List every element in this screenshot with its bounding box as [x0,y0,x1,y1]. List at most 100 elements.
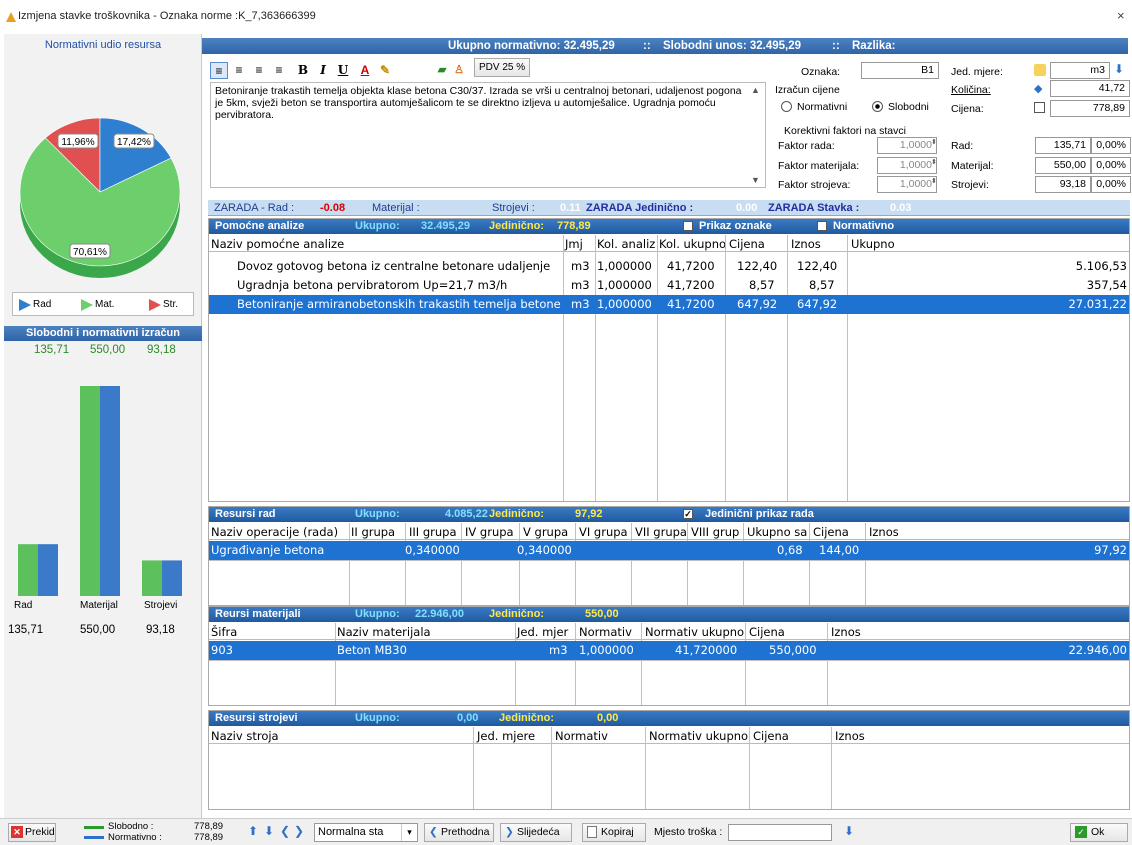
slobodni-radio[interactable] [872,101,883,112]
kopiraj-button[interactable]: Kopiraj [582,823,646,842]
arrow-down-icon[interactable]: ⬇ [1114,62,1124,76]
rad-input[interactable]: 135,71 [1035,137,1091,154]
col-jed-mjere: Jed. mjere [477,729,536,743]
normativni-label: Normativni [797,101,848,113]
scroll-up-icon[interactable]: ▲ [751,85,760,95]
ok-label: Ok [1091,826,1105,838]
resursi-rad-row[interactable]: Ugrađivanje betona 0,340000 0,340000 0,6… [209,541,1129,560]
spinner-icon[interactable]: ⬍ [931,177,937,185]
prekid-button[interactable]: ✕ Prekid [8,823,56,842]
align-center-icon[interactable]: ≡ [230,62,248,79]
mode-value: Normalna sta [318,826,384,838]
jed-mjere-input[interactable]: m3 [1050,62,1110,79]
zarada-rad-label: ZARADA - Rad : [214,202,295,214]
cijena-input[interactable]: 778,89 [1050,100,1130,117]
font-color-icon[interactable]: A [356,62,374,79]
oznaka-input[interactable]: B1 [861,62,939,79]
bold-icon[interactable]: B [294,62,312,79]
normativno-checkbox[interactable] [817,221,827,231]
table-row[interactable]: Ugradnja betona pervibratorom Up=21,7 m3… [209,276,1129,295]
row-cijena: 8,57 [749,278,775,292]
normativno-label: Normativno [833,220,895,232]
ok-button[interactable]: ✓ Ok [1070,823,1128,842]
row-ukupno: 27.031,22 [1068,297,1127,311]
image-icon[interactable]: ▰ [434,62,450,79]
pomocne-column-headers: Naziv pomoćne analize Jmj Kol. analiz Ko… [209,235,1129,252]
row-jmj: m3 [571,259,590,273]
str-input[interactable]: 93,18 [1035,176,1091,193]
table-row[interactable]: Dovoz gotovog betona iz centralne betona… [209,257,1129,276]
cijena-checkbox[interactable] [1034,102,1045,113]
jed-mjere-label: Jed. mjere: [951,66,1003,78]
faktor-rada-label: Faktor rada: [778,140,835,152]
description-text[interactable]: Betoniranje trakastih temelja objekta kl… [215,85,743,121]
rad-pct-input[interactable]: 0,00% [1091,137,1131,154]
col-iznos: Iznos [869,525,899,539]
resursi-str-section: Resursi strojevi Ukupno: 0,00 Jedinično:… [208,710,1130,810]
italic-icon[interactable]: I [314,62,332,79]
spinner-icon[interactable]: ⬍ [931,158,937,166]
justify-icon[interactable]: ≡ [270,62,288,79]
pdv-button[interactable]: PDV 25 % [474,58,530,77]
unit-picker-icon[interactable] [1034,64,1046,76]
row-kol-analiz: 1,000000 [597,278,652,292]
row-naziv: Ugradnja betona pervibratorom Up=21,7 m3… [237,278,508,292]
pomocne-ukupno-value: 32.495,29 [421,220,470,232]
kolicina-label: Količina: [951,84,991,96]
table-row-selected[interactable]: Betoniranje armiranobetonskih trakastih … [209,295,1129,314]
warning-icon [6,12,16,22]
arrow-right-icon[interactable]: ❯ [294,824,304,838]
korektivni-label: Korektivni faktori na stavci [784,125,906,137]
description-box[interactable]: Betoniranje trakastih temelja objekta kl… [210,82,766,188]
resursi-mat-section: Reursi materijali Ukupno: 22.946,00 Jedi… [208,606,1130,706]
align-right-icon[interactable]: ≡ [250,62,268,79]
prethodna-button[interactable]: ❮ Prethodna [424,823,494,842]
align-left-icon[interactable]: ≡ [210,62,228,79]
resursi-str-jed-label: Jedinično: [499,712,555,724]
col-iv-grupa: IV grupa [465,525,514,539]
bar-value-rad: 135,71 [8,624,44,636]
left-panel: Normativni udio resursa 11,96% 17,42% 70,6… [4,34,202,818]
pie-title: Normativni udio resursa [44,39,162,51]
mat-input[interactable]: 550,00 [1035,157,1091,174]
kolicina-input[interactable]: 41,72 [1050,80,1130,97]
spinner-icon[interactable]: ⬍ [931,138,937,146]
highlight-icon[interactable]: ✎ [376,62,394,79]
faktor-str-input[interactable]: 1,0000 [877,176,937,193]
zarada-str-value: 0.11 [560,202,581,214]
resursi-mat-row[interactable]: 903 Beton MB30 m3 1,000000 41,720000 550… [209,641,1129,660]
mode-select[interactable]: Normalna sta ▾ [314,823,418,842]
resursi-rad-header: Resursi rad Ukupno: 4.085,22 Jedinično: … [209,507,1129,522]
close-button[interactable]: × [1117,8,1125,23]
prikaz-oznake-checkbox[interactable] [683,221,693,231]
row-iii-grupa: 0,340000 [405,543,460,557]
chevron-down-icon[interactable]: ▾ [401,824,417,841]
row-kol-ukupno: 41,7200 [667,297,715,311]
arrow-down-icon[interactable]: ⬇ [844,824,854,838]
calculator-icon[interactable]: ◆ [1034,82,1042,95]
mjesto-input[interactable] [728,824,832,841]
resursi-str-ukupno-label: Ukupno: [355,712,400,724]
scroll-down-icon[interactable]: ▼ [751,175,760,185]
zarada-rad-value: -0.08 [320,202,346,214]
window-title: Izmjena stavke troškovnika - Oznaka norm… [18,10,316,22]
str-pct-input[interactable]: 0,00% [1091,176,1131,193]
pomocne-title: Pomoćne analize [215,220,305,232]
arrow-left-icon[interactable]: ❮ [280,824,290,838]
faktor-mat-input[interactable]: 1,0000 [877,157,937,174]
arrow-up-icon[interactable]: ⬆ [248,824,258,838]
bar-value-mat: 550,00 [80,624,116,636]
arrow-down-icon[interactable]: ⬇ [264,824,274,838]
col-cijena: Cijena [753,729,789,743]
normativno-label: Normativno : [108,832,162,843]
normativni-radio[interactable] [781,101,792,112]
underline-icon[interactable]: U [334,62,352,79]
faktor-rada-input[interactable]: 1,0000 [877,137,937,154]
user-icon[interactable]: ♙ [452,62,466,79]
calc-rad-value: 135,71 [34,344,70,356]
col-iznos: Iznos [831,625,861,639]
jedinicni-prikaz-checkbox[interactable]: ✓ [683,509,693,519]
row-jmj: m3 [571,297,590,311]
mat-pct-input[interactable]: 0,00% [1091,157,1131,174]
sljedeca-button[interactable]: ❯ Slijedeća [500,823,572,842]
